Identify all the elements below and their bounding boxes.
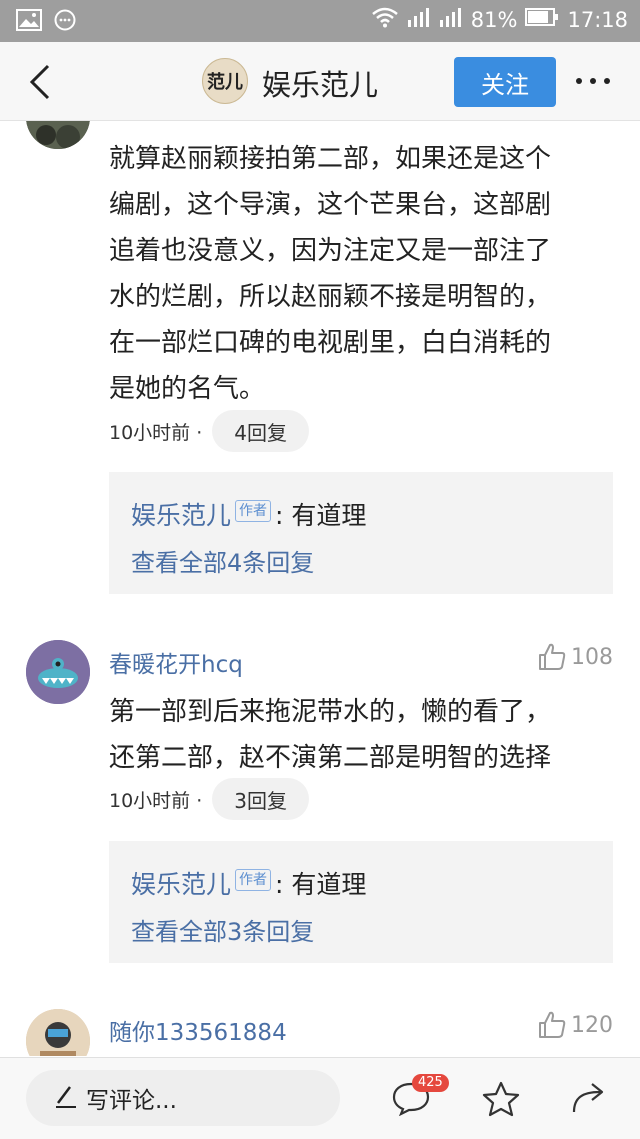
message-icon bbox=[54, 9, 76, 35]
comment-text: 就算赵丽颖接拍第二部，如果还是这个 编剧，这个导演，这个芒果台，这部剧 追着也没… bbox=[109, 144, 552, 404]
thumb-up-icon bbox=[539, 643, 566, 670]
like-count: 120 bbox=[571, 1012, 613, 1038]
avatar[interactable] bbox=[26, 1009, 90, 1056]
write-comment-input[interactable]: 写评论... bbox=[26, 1070, 340, 1126]
author-reply-box: 娱乐范儿 作者 : 有道理 查看全部3条回复 bbox=[109, 841, 613, 963]
status-bar: 81% 17:18 bbox=[0, 0, 640, 42]
comment-username[interactable]: 春暖花开hcq bbox=[109, 645, 243, 679]
author-reply-box: 娱乐范儿 作者 : 有道理 查看全部4条回复 bbox=[109, 472, 613, 594]
view-all-replies-link[interactable]: 查看全部3条回复 bbox=[131, 912, 314, 947]
thumb-up-icon bbox=[539, 1011, 566, 1038]
comment-time: 10小时前 · bbox=[109, 789, 203, 812]
share-icon[interactable] bbox=[570, 1080, 610, 1120]
write-comment-placeholder: 写评论... bbox=[86, 1088, 177, 1114]
author-badge: 作者 bbox=[235, 869, 272, 891]
comment-list: 就算赵丽颖接拍第二部，如果还是这个 编剧，这个导演，这个芒果台，这部剧 追着也没… bbox=[0, 121, 640, 1056]
comment-meta: 10小时前 · 3回复 bbox=[109, 778, 309, 820]
comment-text: 第一部到后来拖泥带水的，懒的看了， 还第二部，赵不演第二部是明智的选择 bbox=[109, 697, 552, 773]
comment-meta: 10小时前 · 4回复 bbox=[109, 410, 309, 452]
comment-time: 10小时前 · bbox=[109, 421, 203, 444]
clock: 17:18 bbox=[567, 7, 628, 32]
image-icon bbox=[16, 9, 42, 35]
reply-text: : 有道理 bbox=[275, 870, 367, 899]
comment-username[interactable]: 随你133561884 bbox=[109, 1013, 287, 1047]
star-icon[interactable] bbox=[481, 1080, 521, 1122]
view-all-replies-link[interactable]: 查看全部4条回复 bbox=[131, 543, 314, 578]
back-button[interactable] bbox=[24, 62, 60, 102]
avatar[interactable] bbox=[26, 121, 90, 149]
reply-count-button[interactable]: 4回复 bbox=[212, 410, 309, 452]
bottom-action-bar: 写评论... 425 bbox=[0, 1057, 640, 1139]
account-name: 娱乐范儿 bbox=[262, 68, 379, 102]
more-icon[interactable] bbox=[576, 78, 610, 84]
signal-icon bbox=[439, 6, 463, 33]
wifi-icon bbox=[371, 6, 399, 33]
reply-author[interactable]: 娱乐范儿 bbox=[131, 496, 231, 532]
battery-icon bbox=[525, 7, 559, 32]
comment-count-badge: 425 bbox=[412, 1074, 449, 1092]
reply-text: : 有道理 bbox=[275, 501, 367, 530]
reply-count-button[interactable]: 3回复 bbox=[212, 778, 309, 820]
account-logo[interactable]: 范儿 bbox=[202, 58, 248, 104]
top-nav-bar: 范儿 娱乐范儿 关注 bbox=[0, 42, 640, 121]
like-button[interactable]: 120 bbox=[537, 1010, 613, 1040]
pencil-icon bbox=[54, 1083, 78, 1113]
like-count: 108 bbox=[571, 644, 613, 670]
author-badge: 作者 bbox=[235, 500, 272, 522]
signal-icon bbox=[407, 6, 431, 33]
battery-percent: 81% bbox=[470, 7, 518, 32]
reply-author[interactable]: 娱乐范儿 bbox=[131, 865, 231, 901]
like-button[interactable]: 108 bbox=[537, 642, 613, 672]
avatar[interactable] bbox=[26, 640, 90, 704]
follow-button[interactable]: 关注 bbox=[454, 57, 556, 107]
back-arrow-icon bbox=[29, 64, 50, 100]
